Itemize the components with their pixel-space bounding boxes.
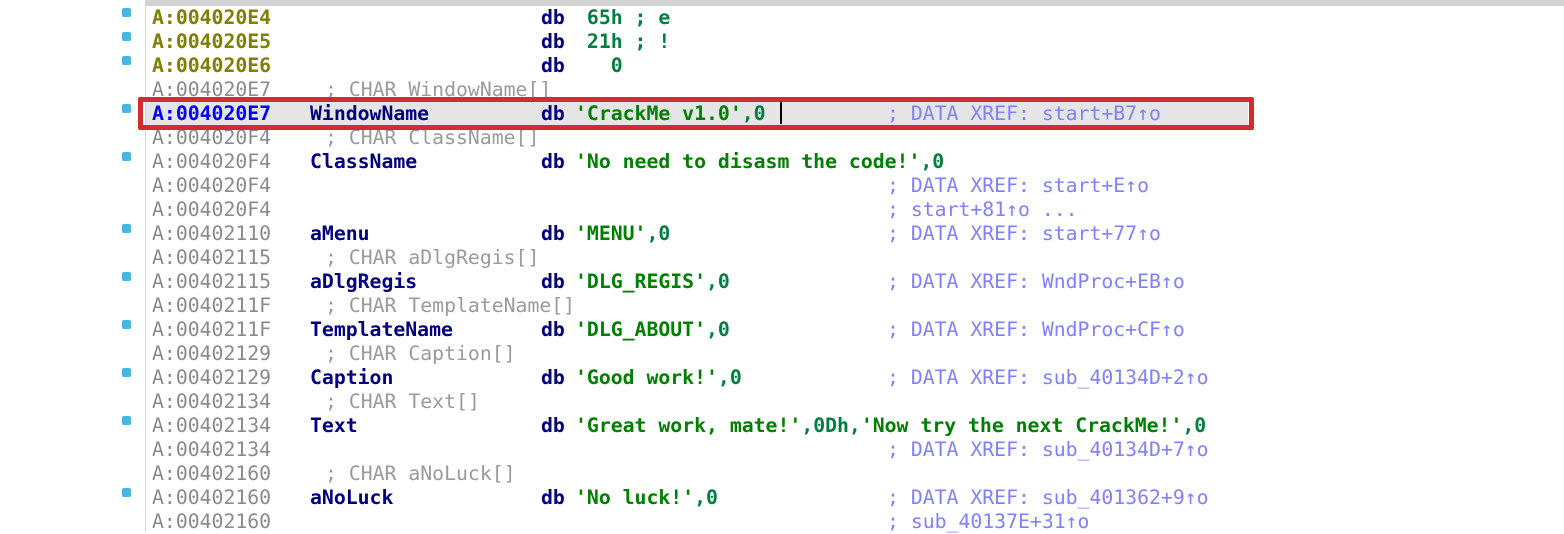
- breakpoint-dot-icon[interactable]: [122, 416, 131, 425]
- listing-row[interactable]: A:00402160 ; sub_40137E+31↑o: [0, 510, 1564, 534]
- breakpoint-dot-icon[interactable]: [122, 152, 131, 161]
- breakpoint-dot-icon[interactable]: [122, 32, 131, 41]
- listing-row[interactable]: A:004020E5 db 21h ; !: [0, 30, 1564, 54]
- mnemonic: db: [541, 30, 565, 53]
- listing-row[interactable]: A:004020F4 ; start+81↑o ...: [0, 198, 1564, 222]
- address: A:00402160: [152, 486, 272, 509]
- listing-row[interactable]: A:00402134 Text db 'Great work, mate!',0Dh,…: [0, 414, 1564, 438]
- breakpoint-dot-icon[interactable]: [122, 320, 131, 329]
- address: A:0040211F: [152, 294, 272, 317]
- type-comment: ; CHAR TemplateName[]: [325, 294, 576, 317]
- operands[interactable]: 'No need to disasm the code!',0: [575, 150, 944, 174]
- symbol-label[interactable]: aMenu: [310, 222, 370, 246]
- xref-comment[interactable]: ; DATA XREF: start+E↑o: [887, 174, 1149, 198]
- operands[interactable]: 'Great work, mate!',0Dh,'Now try the nex…: [575, 414, 1206, 438]
- listing-row[interactable]: A:0040211F TemplateName db 'DLG_ABOUT',0 ; D…: [0, 318, 1564, 342]
- breakpoint-dot-icon[interactable]: [122, 272, 131, 281]
- address: A:00402110: [152, 222, 272, 245]
- address: A:00402160: [152, 510, 272, 533]
- mnemonic: db: [541, 270, 565, 293]
- breakpoint-dot-icon[interactable]: [122, 8, 131, 17]
- type-comment: ; CHAR Caption[]: [325, 342, 516, 365]
- address: A:004020E5: [152, 30, 272, 53]
- xref-comment[interactable]: ; start+81↑o ...: [887, 198, 1078, 222]
- listing-row[interactable]: A:00402115 ; CHAR aDlgRegis[]: [0, 246, 1564, 270]
- address: A:00402129: [152, 342, 272, 365]
- mnemonic: db: [541, 486, 565, 509]
- mnemonic: db: [541, 6, 565, 29]
- listing-row[interactable]: A:00402134 ; CHAR Text[]: [0, 390, 1564, 414]
- address: A:00402115: [152, 246, 272, 269]
- type-comment: ; CHAR aNoLuck[]: [325, 462, 516, 485]
- xref-comment[interactable]: ; DATA XREF: sub_401362+9↑o: [887, 486, 1209, 510]
- address: A:00402134: [152, 414, 272, 437]
- xref-comment[interactable]: ; DATA XREF: sub_40134D+7↑o: [887, 438, 1209, 462]
- xref-comment[interactable]: ; DATA XREF: sub_40134D+2↑o: [887, 366, 1209, 390]
- mnemonic: db: [541, 414, 565, 437]
- breakpoint-dot-icon[interactable]: [122, 56, 131, 65]
- listing-row[interactable]: A:00402110 aMenu db 'MENU',0 ; DATA XREF: st…: [0, 222, 1564, 246]
- listing-row[interactable]: A:00402129 Caption db 'Good work!',0 ; DATA …: [0, 366, 1564, 390]
- symbol-label[interactable]: aDlgRegis: [310, 270, 417, 294]
- disassembly-listing[interactable]: A:004020E4 db 65h ; e A:004020E5 db 21h ; !…: [0, 0, 1564, 534]
- listing-row[interactable]: A:00402160 aNoLuck db 'No luck!',0 ; DATA XR…: [0, 486, 1564, 510]
- listing-row[interactable]: A:004020E6 db 0: [0, 54, 1564, 78]
- breakpoint-dot-icon[interactable]: [122, 224, 131, 233]
- address: A:004020F4: [152, 150, 272, 173]
- symbol-label[interactable]: Text: [310, 414, 358, 438]
- address: A:004020E4: [152, 6, 272, 29]
- operands[interactable]: 'MENU',0: [575, 222, 670, 246]
- symbol-label[interactable]: aNoLuck: [310, 486, 393, 510]
- address: A:00402115: [152, 270, 272, 293]
- address: A:004020F4: [152, 174, 272, 197]
- address: A:004020F4: [152, 198, 272, 221]
- operands[interactable]: 'DLG_REGIS',0: [575, 270, 730, 294]
- operands[interactable]: 0: [575, 54, 623, 78]
- operands[interactable]: 'Good work!',0: [575, 366, 742, 390]
- mnemonic: db: [541, 150, 565, 173]
- listing-row[interactable]: A:004020E4 db 65h ; e: [0, 6, 1564, 30]
- listing-row[interactable]: A:004020F4 ClassName db 'No need to disasm …: [0, 150, 1564, 174]
- operands[interactable]: 65h ; e: [575, 6, 670, 30]
- address: A:004020E6: [152, 54, 272, 77]
- operands[interactable]: 21h ; !: [575, 30, 670, 54]
- mnemonic: db: [541, 54, 565, 77]
- breakpoint-dot-icon[interactable]: [122, 104, 131, 113]
- mnemonic: db: [541, 366, 565, 389]
- mnemonic: db: [541, 318, 565, 341]
- breakpoint-dot-icon[interactable]: [122, 488, 131, 497]
- operands[interactable]: 'No luck!',0: [575, 486, 718, 510]
- text-cursor: [780, 102, 782, 124]
- xref-comment[interactable]: ; DATA XREF: WndProc+EB↑o: [887, 270, 1185, 294]
- address: A:00402160: [152, 462, 272, 485]
- listing-row[interactable]: A:0040211F ; CHAR TemplateName[]: [0, 294, 1564, 318]
- type-comment: ; CHAR Text[]: [325, 390, 480, 413]
- listing-row[interactable]: A:00402160 ; CHAR aNoLuck[]: [0, 462, 1564, 486]
- address: A:00402134: [152, 390, 272, 413]
- symbol-label[interactable]: TemplateName: [310, 318, 453, 342]
- symbol-label[interactable]: Caption: [310, 366, 393, 390]
- selection-highlight-box: [138, 97, 1254, 130]
- xref-comment[interactable]: ; DATA XREF: start+77↑o: [887, 222, 1161, 246]
- symbol-label[interactable]: ClassName: [310, 150, 417, 174]
- listing-row[interactable]: A:00402134 ; DATA XREF: sub_40134D+7↑o: [0, 438, 1564, 462]
- xref-comment[interactable]: ; sub_40137E+31↑o: [887, 510, 1089, 534]
- listing-row[interactable]: A:00402115 aDlgRegis db 'DLG_REGIS',0 ; DATA…: [0, 270, 1564, 294]
- breakpoint-dot-icon[interactable]: [122, 368, 131, 377]
- mnemonic: db: [541, 222, 565, 245]
- address: A:00402129: [152, 366, 272, 389]
- type-comment: ; CHAR aDlgRegis[]: [325, 246, 540, 269]
- xref-comment[interactable]: ; DATA XREF: WndProc+CF↑o: [887, 318, 1185, 342]
- operands[interactable]: 'DLG_ABOUT',0: [575, 318, 730, 342]
- address: A:0040211F: [152, 318, 272, 341]
- listing-row[interactable]: A:00402129 ; CHAR Caption[]: [0, 342, 1564, 366]
- address: A:00402134: [152, 438, 272, 461]
- listing-row[interactable]: A:004020F4 ; DATA XREF: start+E↑o: [0, 174, 1564, 198]
